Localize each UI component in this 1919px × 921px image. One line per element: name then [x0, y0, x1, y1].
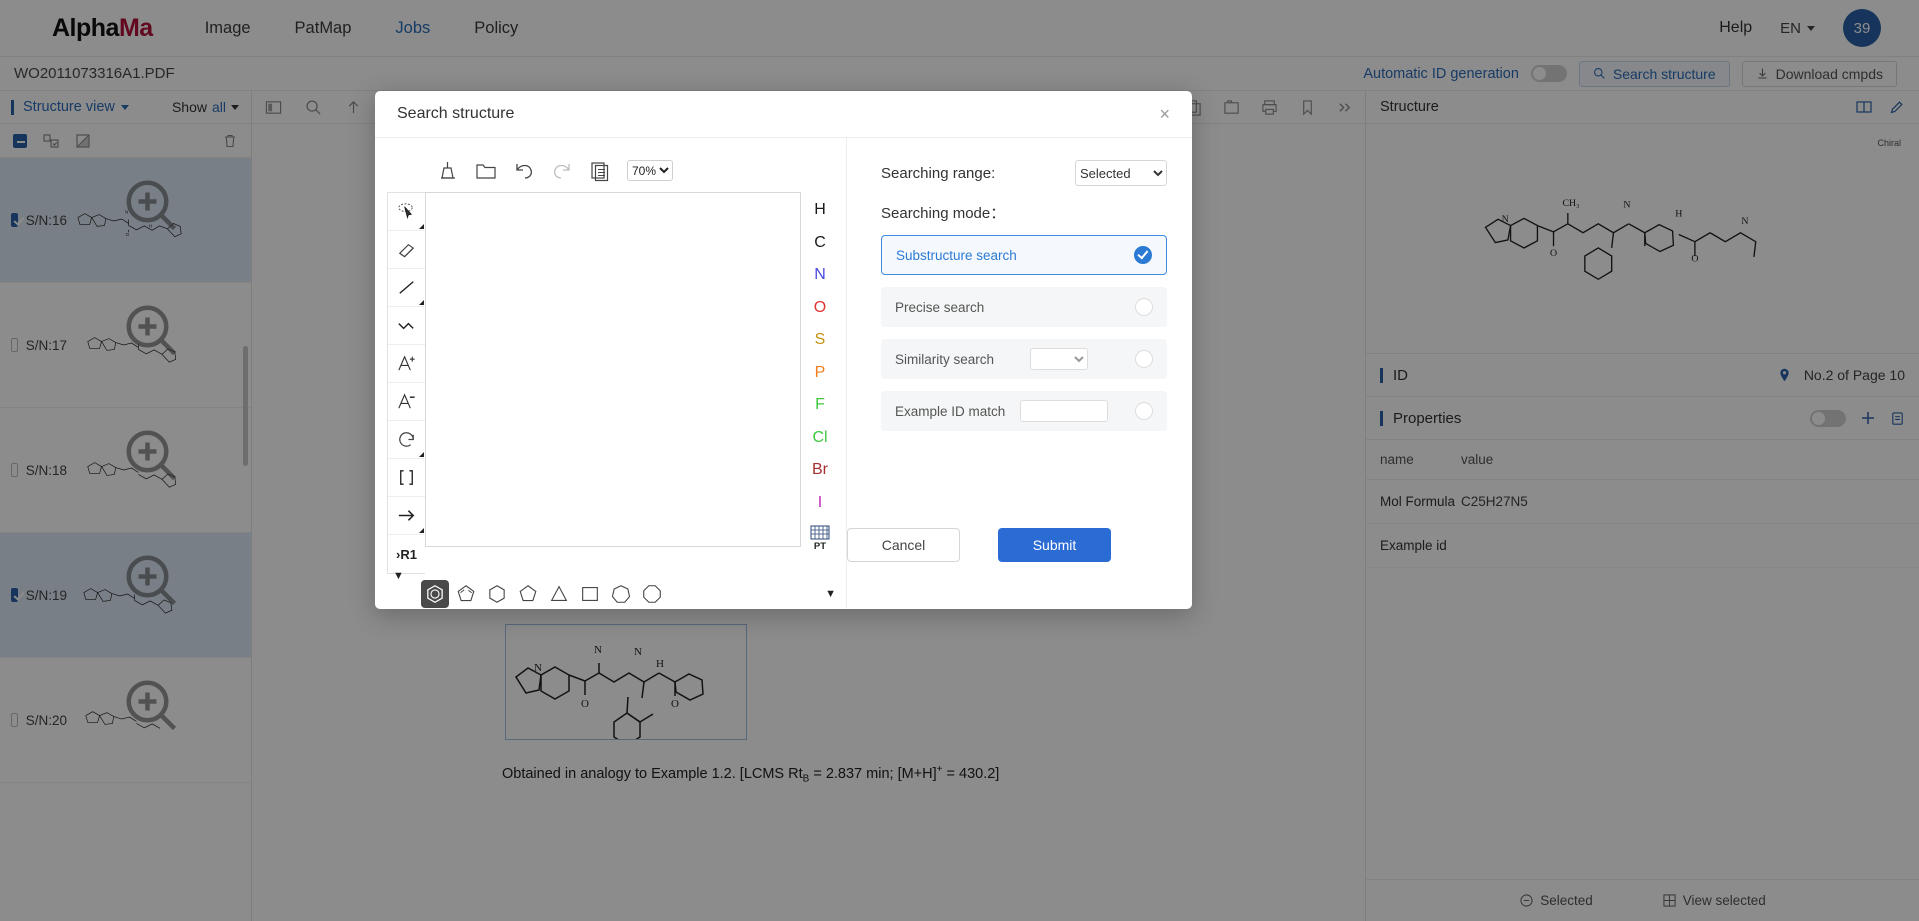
lasso-select-tool[interactable] [388, 193, 425, 231]
searching-mode-label: Searching mode： [881, 205, 1006, 222]
dialog-header: Search structure × [375, 91, 1192, 138]
element-S[interactable]: S [815, 324, 826, 357]
structure-editor: 50% 70% 100% 150% 200% [375, 138, 847, 608]
mode-substructure-search[interactable]: Substructure search [881, 235, 1167, 275]
eraser-icon [398, 243, 415, 258]
cyclopentadiene-ring-icon [457, 585, 475, 602]
app-root: AlphaMa Image PatMap Jobs Policy Help EN… [0, 0, 1919, 921]
mode-precise-label: Precise search [895, 299, 985, 315]
mode-similarity-radio[interactable] [1135, 350, 1153, 368]
cycloheptane-ring-icon [611, 585, 631, 603]
lasso-select-icon [398, 203, 413, 219]
bracket-tool[interactable] [388, 459, 425, 497]
periodic-table-label: PT [813, 541, 827, 552]
cyclopentadiene-ring-button[interactable] [452, 580, 480, 608]
ring-template-bar: ▼ [375, 580, 846, 608]
example-id-input[interactable] [1020, 400, 1109, 422]
dialog-body: 50% 70% 100% 150% 200% [375, 138, 1192, 608]
mode-similarity-search[interactable]: Similarity search [881, 339, 1167, 379]
mode-substructure-radio[interactable] [1134, 246, 1152, 264]
mode-example-id-radio[interactable] [1134, 402, 1153, 420]
search-structure-dialog: Search structure × 70% ›R1 H C N O S P F… [375, 91, 1192, 609]
element-C[interactable]: C [814, 227, 826, 260]
periodic-table-icon [810, 525, 830, 540]
drawing-canvas[interactable] [425, 192, 801, 547]
mode-example-id-match[interactable]: Example ID match [881, 391, 1167, 431]
cyclohexane-ring-button[interactable] [483, 580, 511, 608]
element-palette: H C N O S P F Cl Br I PT [801, 192, 839, 574]
cyclobutane-ring-icon [582, 587, 598, 601]
charge-minus-tool[interactable] [388, 383, 425, 421]
benzene-ring-button[interactable] [421, 580, 449, 608]
dialog-title: Search structure [397, 105, 515, 122]
cycloheptane-ring-button[interactable] [607, 580, 635, 608]
element-Br[interactable]: Br [812, 454, 828, 487]
cyclobutane-ring-button[interactable] [576, 580, 604, 608]
r-group-tool[interactable]: ›R1 [388, 535, 425, 573]
more-templates-icon[interactable]: ▼ [825, 588, 836, 600]
charge-plus-icon [398, 355, 415, 371]
mode-similarity-label: Similarity search [895, 351, 995, 367]
editor-toolbar: 50% 70% 100% 150% 200% [375, 154, 846, 187]
bracket-icon [400, 470, 413, 485]
chain-tool[interactable] [388, 307, 425, 345]
arrow-icon [398, 510, 415, 521]
element-N[interactable]: N [814, 259, 826, 292]
submit-button[interactable]: Submit [998, 528, 1111, 562]
chain-icon [398, 322, 414, 330]
searching-range-select[interactable]: Selected All Current page [1075, 160, 1167, 186]
cancel-button[interactable]: Cancel [847, 528, 960, 562]
periodic-table-button[interactable]: PT [810, 523, 830, 552]
editor-zoom-select[interactable]: 50% 70% 100% 150% 200% [627, 160, 673, 181]
rotate-icon [399, 432, 414, 447]
open-file-icon[interactable] [475, 160, 497, 182]
close-icon[interactable]: × [1159, 105, 1170, 123]
clean-icon[interactable] [437, 160, 459, 182]
redo-icon[interactable] [551, 160, 573, 182]
arrow-tool[interactable] [388, 497, 425, 535]
mode-example-id-label: Example ID match [895, 403, 1006, 419]
element-F[interactable]: F [815, 389, 825, 422]
cyclooctane-ring-button[interactable] [638, 580, 666, 608]
editor-workspace: ›R1 H C N O S P F Cl Br I PT [375, 192, 846, 574]
cyclooctane-ring-icon [643, 585, 661, 603]
similarity-threshold-select[interactable] [1029, 348, 1088, 370]
cyclopropane-ring-icon [550, 585, 568, 601]
tool-palette: ›R1 [387, 192, 425, 574]
cyclopropane-ring-button[interactable] [545, 580, 573, 608]
mode-substructure-label: Substructure search [896, 247, 1017, 263]
mode-precise-search[interactable]: Precise search [881, 287, 1167, 327]
more-tools-icon[interactable]: ▼ [393, 570, 404, 582]
undo-icon[interactable] [513, 160, 535, 182]
benzene-ring-icon [427, 585, 443, 603]
charge-plus-tool[interactable] [388, 345, 425, 383]
cyclopentane-ring-icon [519, 585, 537, 602]
cyclohexane-ring-icon [489, 585, 505, 603]
single-bond-icon [399, 281, 414, 294]
element-P[interactable]: P [815, 357, 826, 390]
r-group-label: ›R1 [396, 546, 417, 562]
search-options-panel: Searching range: Selected All Current pa… [847, 138, 1191, 608]
charge-minus-icon [398, 393, 415, 409]
single-bond-tool[interactable] [388, 269, 425, 307]
dialog-actions: Cancel Submit [847, 528, 1191, 562]
element-Cl[interactable]: Cl [812, 422, 827, 455]
element-O[interactable]: O [814, 292, 826, 325]
element-I[interactable]: I [818, 487, 822, 520]
element-H[interactable]: H [814, 194, 826, 227]
rotate-tool[interactable] [388, 421, 425, 459]
mode-precise-radio[interactable] [1135, 298, 1153, 316]
eraser-tool[interactable] [388, 231, 425, 269]
searching-range-label: Searching range: [881, 164, 996, 182]
cyclopentane-ring-button[interactable] [514, 580, 542, 608]
copy-icon[interactable] [589, 160, 611, 182]
searching-range-row: Searching range: Selected All Current pa… [881, 160, 1167, 186]
